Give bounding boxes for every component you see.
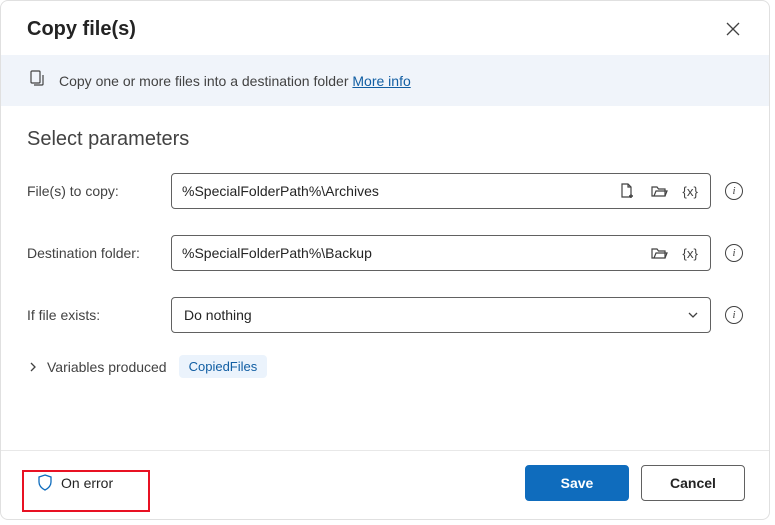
select-variable-button-dest[interactable]: {x}: [680, 244, 700, 263]
section-title: Select parameters: [27, 128, 743, 151]
save-button[interactable]: Save: [525, 465, 629, 501]
if-file-exists-label: If file exists:: [27, 307, 157, 323]
close-icon: [725, 21, 741, 37]
files-to-copy-input-wrap: {x}: [171, 173, 711, 209]
variable-icon: {x}: [682, 246, 698, 261]
copy-files-dialog: Copy file(s) Copy one or more files into…: [0, 0, 770, 520]
destination-folder-row: Destination folder: {x} i: [27, 235, 743, 271]
select-folder-button-dest[interactable]: [648, 242, 670, 264]
select-file-button[interactable]: [616, 180, 638, 202]
destination-input-icons: {x}: [648, 242, 700, 264]
folder-open-icon: [650, 244, 668, 262]
variables-produced-label: Variables produced: [47, 359, 167, 375]
dialog-body: Select parameters File(s) to copy: {x}: [1, 106, 769, 450]
select-variable-button[interactable]: {x}: [680, 182, 700, 201]
copy-files-icon: [27, 69, 47, 92]
destination-folder-input[interactable]: [182, 245, 648, 261]
dialog-footer: On error Save Cancel: [1, 450, 769, 519]
destination-info-button[interactable]: i: [725, 244, 743, 262]
info-banner: Copy one or more files into a destinatio…: [1, 55, 769, 106]
dialog-title: Copy file(s): [27, 18, 136, 41]
files-input-icons: {x}: [616, 180, 700, 202]
if-exists-info-button[interactable]: i: [725, 306, 743, 324]
if-file-exists-select[interactable]: Do nothing: [171, 297, 711, 333]
variables-produced-toggle[interactable]: Variables produced: [27, 359, 167, 375]
variable-icon: {x}: [682, 184, 698, 199]
on-error-label: On error: [61, 475, 113, 491]
folder-open-icon: [650, 182, 668, 200]
files-info-button[interactable]: i: [725, 182, 743, 200]
if-file-exists-value: Do nothing: [184, 307, 252, 323]
footer-buttons: Save Cancel: [525, 465, 745, 501]
file-add-icon: [618, 182, 636, 200]
cancel-button[interactable]: Cancel: [641, 465, 745, 501]
files-to-copy-label: File(s) to copy:: [27, 183, 157, 199]
files-to-copy-input[interactable]: [182, 183, 616, 199]
destination-folder-label: Destination folder:: [27, 245, 157, 261]
chevron-down-icon: [686, 308, 700, 322]
more-info-link[interactable]: More info: [352, 73, 410, 89]
chevron-right-icon: [27, 361, 39, 373]
shield-icon: [37, 474, 53, 492]
select-folder-button[interactable]: [648, 180, 670, 202]
close-button[interactable]: [719, 15, 747, 43]
variables-produced-row: Variables produced CopiedFiles: [27, 355, 743, 378]
banner-text: Copy one or more files into a destinatio…: [59, 73, 411, 89]
variable-chip-copiedfiles[interactable]: CopiedFiles: [179, 355, 268, 378]
destination-folder-input-wrap: {x}: [171, 235, 711, 271]
on-error-button[interactable]: On error: [25, 466, 125, 500]
files-to-copy-row: File(s) to copy: {x} i: [27, 173, 743, 209]
if-file-exists-row: If file exists: Do nothing i: [27, 297, 743, 333]
dialog-header: Copy file(s): [1, 1, 769, 55]
